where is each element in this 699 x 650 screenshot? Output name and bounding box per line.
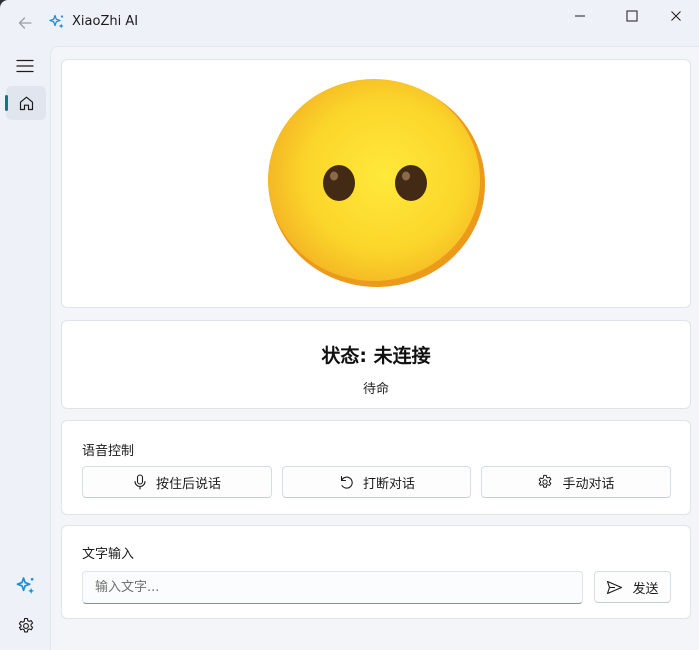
- title-bar[interactable]: XiaoZhi AI: [0, 0, 699, 46]
- emoji-face-icon: [268, 79, 485, 287]
- arrow-left-icon: [18, 17, 32, 29]
- push-to-talk-button[interactable]: 按住后说话: [82, 466, 272, 498]
- navigation-rail: [0, 46, 50, 650]
- sparkle-icon: [16, 577, 35, 594]
- status-subtitle: 待命: [362, 382, 389, 397]
- minimize-button[interactable]: [556, 0, 604, 32]
- undo-icon: [340, 475, 353, 489]
- text-input-card: 文字输入 发送: [61, 525, 691, 619]
- send-label: 发送: [632, 581, 659, 597]
- main-content: 状态: 未连接 待命 语音控制 按住后说话 打断对话 手动对话 文字输入 输入文…: [50, 46, 699, 650]
- push-to-talk-label: 按住后说话: [155, 476, 221, 492]
- status-card: 状态: 未连接 待命: [61, 320, 691, 409]
- send-button[interactable]: 发送: [594, 571, 671, 603]
- app-window: XiaoZhi AI 状态: 未连接 待命 语音控制 按住后说话 打断对话 手动…: [0, 0, 699, 650]
- maximize-icon: [626, 10, 638, 22]
- close-icon: [670, 11, 681, 21]
- voice-control-card: 语音控制 按住后说话 打断对话 手动对话: [61, 420, 691, 515]
- window-title: XiaoZhi AI: [72, 14, 139, 29]
- voice-control-label: 语音控制: [82, 444, 135, 459]
- send-icon: [607, 580, 623, 594]
- microphone-icon: [134, 474, 146, 490]
- close-button[interactable]: [652, 0, 699, 32]
- selection-indicator: [5, 95, 8, 111]
- interrupt-label: 打断对话: [362, 476, 415, 492]
- emoji-card: [61, 59, 691, 308]
- gear-icon: [18, 617, 34, 633]
- menu-toggle-button[interactable]: [10, 52, 40, 80]
- minimize-icon: [575, 15, 585, 17]
- message-input[interactable]: [82, 571, 583, 604]
- gear-icon: [539, 474, 552, 488]
- home-icon: [19, 96, 33, 110]
- connection-status-title: 状态: 未连接: [321, 345, 431, 367]
- sparkle-icon: [49, 14, 64, 29]
- hamburger-menu-icon: [16, 59, 34, 73]
- manual-conversation-label: 手动对话: [562, 476, 615, 492]
- app-logo-icon: [48, 13, 66, 31]
- nav-item-home[interactable]: [5, 86, 46, 120]
- nav-item-ai[interactable]: [13, 573, 39, 599]
- manual-conversation-button[interactable]: 手动对话: [481, 466, 671, 498]
- maximize-button[interactable]: [608, 0, 656, 32]
- back-button[interactable]: [14, 12, 36, 34]
- text-input-label: 文字输入: [82, 547, 135, 562]
- interrupt-button[interactable]: 打断对话: [282, 466, 471, 498]
- nav-item-settings[interactable]: [13, 613, 39, 639]
